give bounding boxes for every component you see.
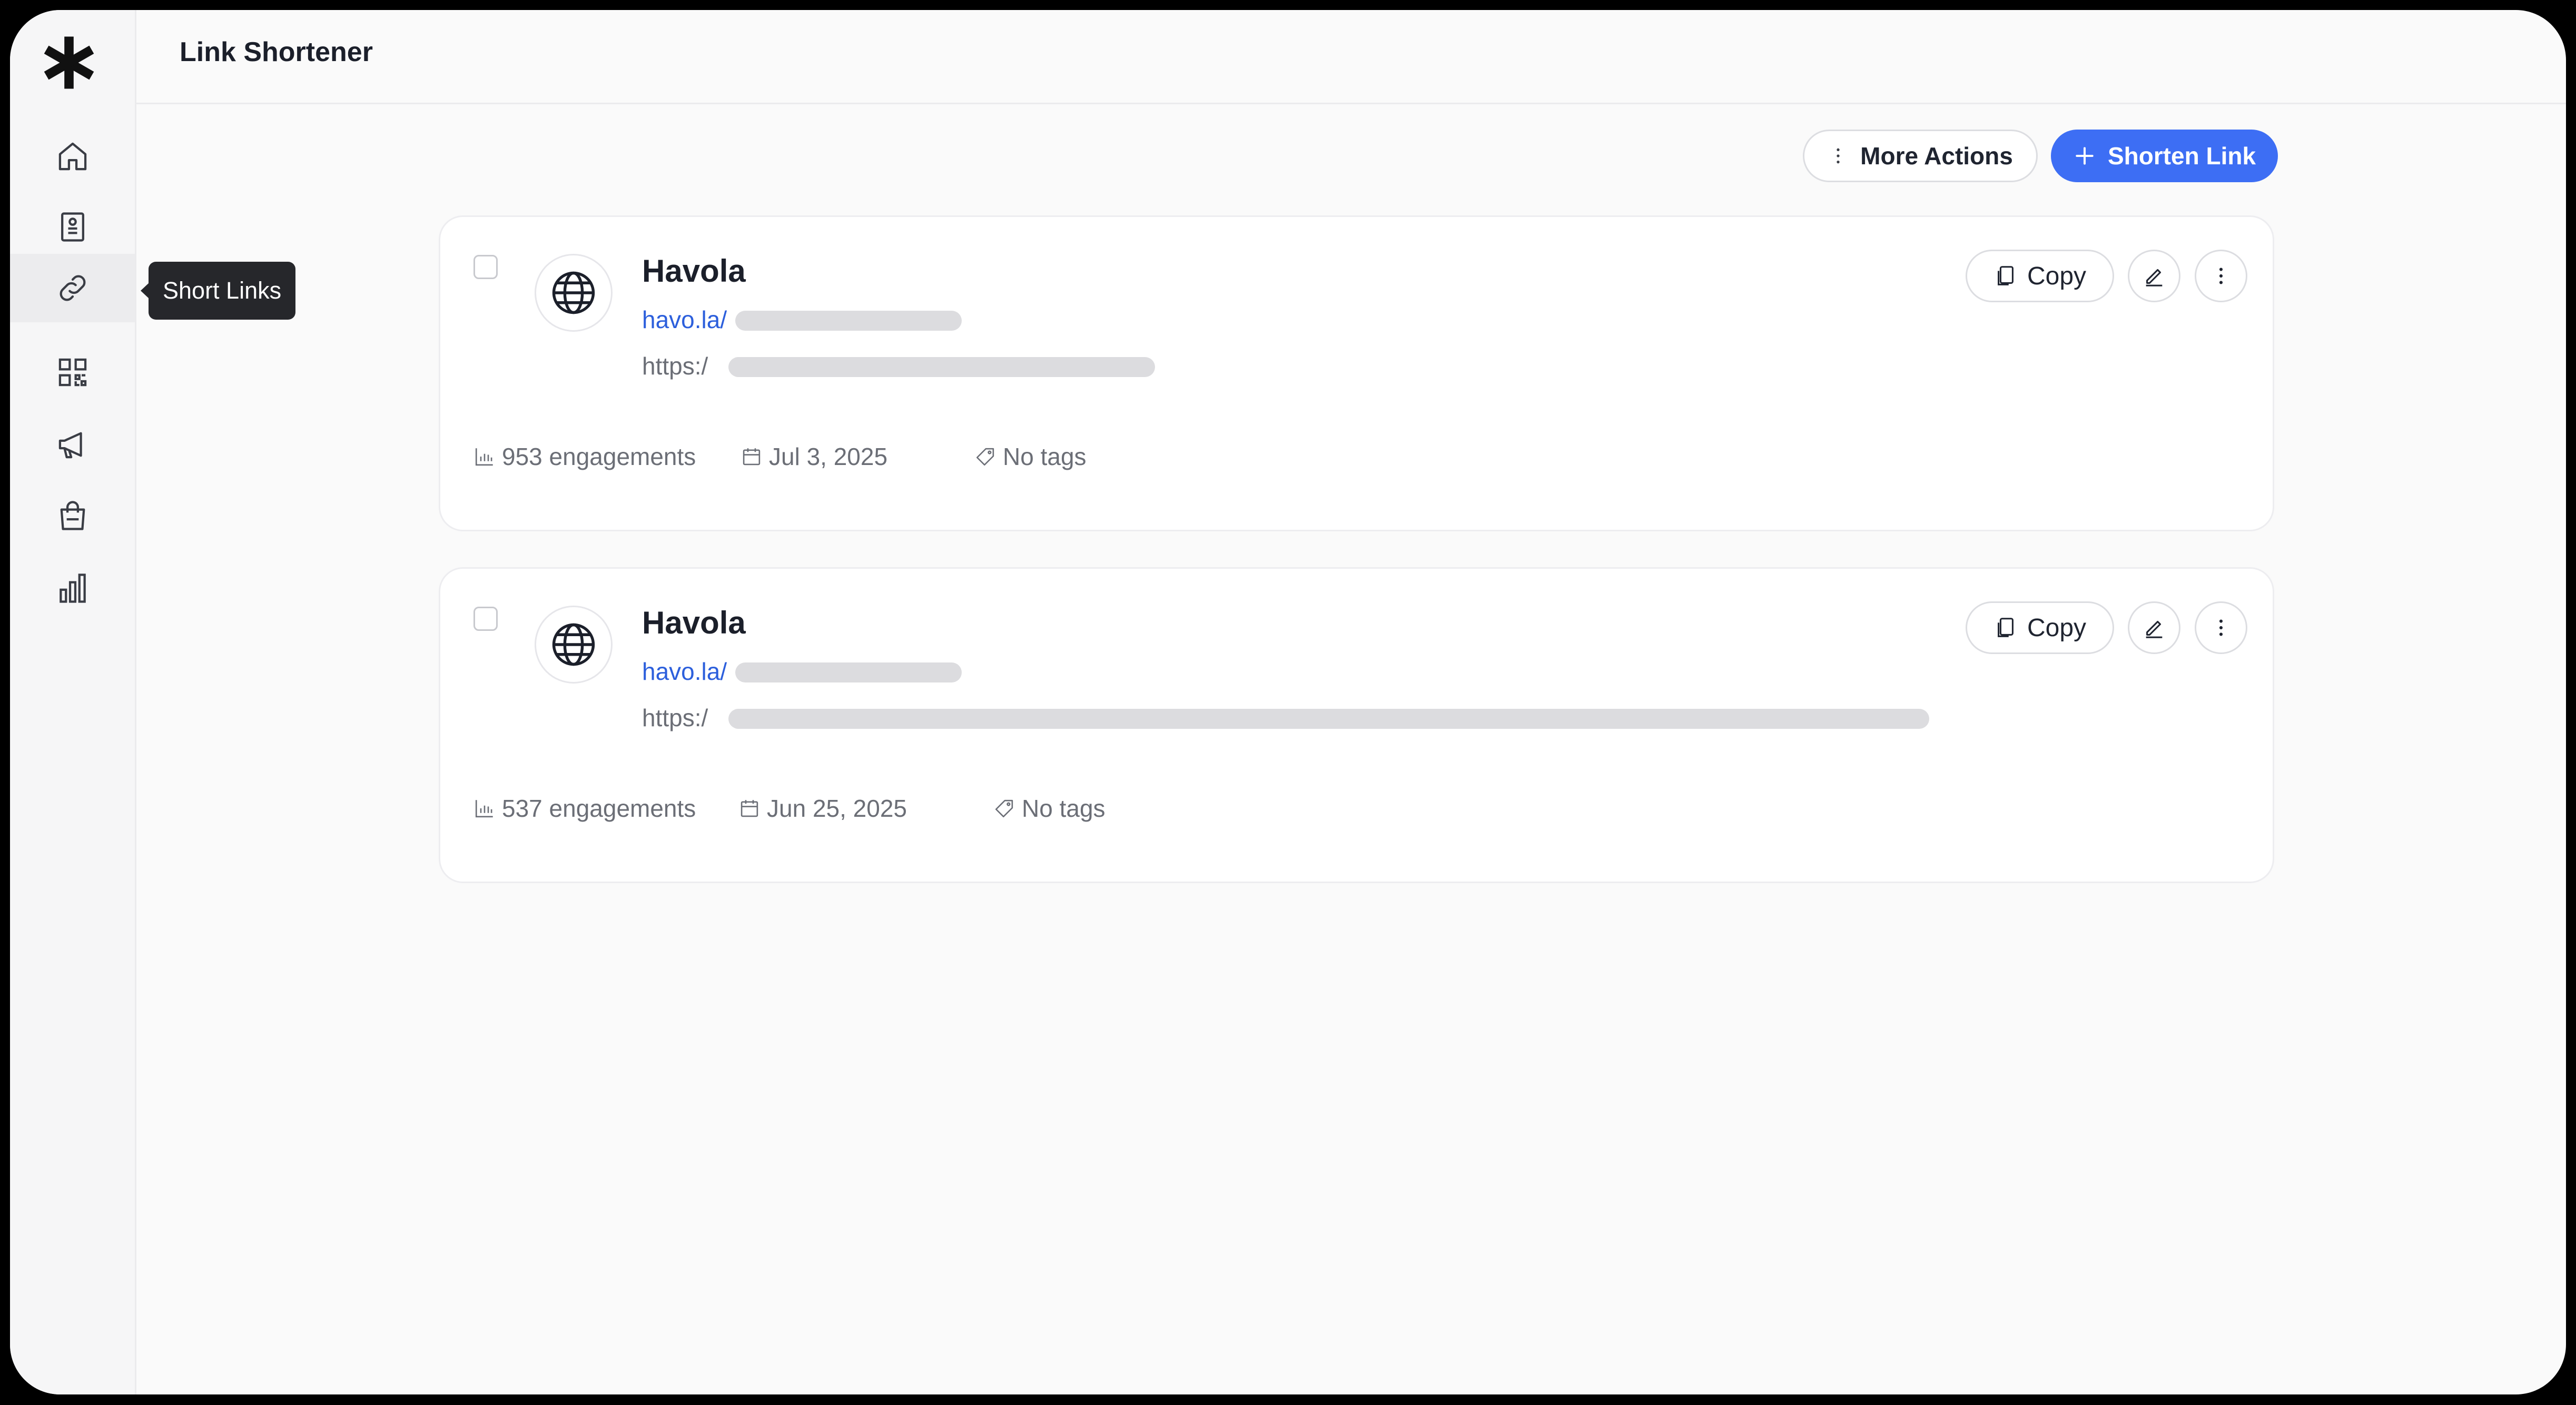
engagements-stat: 953 engagements [473, 442, 696, 471]
tags-label: No tags [1022, 795, 1106, 822]
sidebar [10, 10, 136, 1394]
tags-info: No tags [974, 442, 1087, 471]
copy-button[interactable]: Copy [1966, 601, 2114, 654]
select-checkbox[interactable] [473, 607, 498, 631]
favicon [535, 606, 613, 684]
date-label: Jun 25, 2025 [767, 795, 907, 822]
sidebar-item-home[interactable] [10, 122, 135, 191]
edit-button[interactable] [2128, 250, 2180, 302]
tag-icon [976, 448, 994, 466]
app-window: Link Shortener Short Links More Actions … [10, 10, 2566, 1394]
bar-chart-icon [475, 800, 493, 818]
device-frame: Link Shortener Short Links More Actions … [0, 0, 2576, 1405]
calendar-icon [741, 800, 758, 817]
home-icon [58, 142, 86, 171]
sidebar-item-pages[interactable] [10, 193, 135, 261]
bar-chart-icon [475, 448, 493, 466]
short-url-link[interactable]: havo.la/ [642, 305, 727, 334]
link-title: Havola [642, 605, 746, 640]
copy-button[interactable]: Copy [1966, 250, 2114, 302]
link-card: Havola havo.la/ https:/ Copy 537 engagem… [439, 567, 2274, 883]
more-options-button[interactable] [2195, 250, 2247, 302]
date-label: Jul 3, 2025 [769, 443, 888, 470]
sidebar-item-campaigns[interactable] [10, 410, 135, 479]
sidebar-item-short-links[interactable] [10, 254, 135, 322]
engagements-stat: 537 engagements [473, 794, 696, 823]
redacted-destination-url [728, 357, 1155, 377]
created-date: Jul 3, 2025 [741, 442, 887, 471]
copy-icon [1998, 266, 2014, 285]
engagements-count: 537 engagements [502, 795, 696, 822]
sidebar-item-analytics[interactable] [10, 554, 135, 622]
redacted-short-url [735, 311, 962, 331]
globe-icon [552, 623, 595, 666]
favicon [535, 254, 613, 332]
sidebar-item-shop[interactable] [10, 481, 135, 550]
more-actions-label: More Actions [1860, 142, 2013, 170]
edit-button[interactable] [2128, 601, 2180, 654]
vertical-ellipsis-icon [1837, 148, 1840, 164]
copy-label: Copy [2027, 262, 2087, 290]
redacted-short-url [735, 662, 962, 682]
asterisk-logo-icon [44, 36, 94, 89]
qr-code-icon [58, 358, 86, 387]
calendar-icon [743, 448, 761, 466]
link-icon [60, 275, 85, 301]
copy-label: Copy [2027, 614, 2087, 642]
globe-icon [552, 271, 595, 314]
destination-url[interactable]: https:/ [642, 352, 708, 380]
tag-icon [995, 799, 1013, 818]
link-title: Havola [642, 253, 746, 289]
shorten-link-label: Shorten Link [2107, 142, 2256, 170]
short-links-tooltip: Short Links [140, 262, 296, 320]
pencil-icon [2146, 620, 2163, 638]
select-checkbox[interactable] [473, 255, 498, 279]
shopping-bag-icon [60, 501, 85, 530]
created-date: Jun 25, 2025 [738, 794, 907, 823]
short-url-link[interactable]: havo.la/ [642, 657, 727, 686]
more-options-button[interactable] [2195, 601, 2247, 654]
vertical-ellipsis-icon [2219, 268, 2223, 284]
copy-icon [1998, 618, 2014, 637]
more-actions-button[interactable]: More Actions [1803, 130, 2038, 182]
page-icon [61, 212, 84, 242]
link-card: Havola havo.la/ https:/ Copy 953 engagem… [439, 215, 2274, 531]
top-bar: Link Shortener [136, 10, 2566, 104]
tags-label: No tags [1003, 443, 1087, 470]
redacted-destination-url [728, 709, 1929, 729]
destination-url[interactable]: https:/ [642, 704, 708, 732]
page-title: Link Shortener [180, 37, 373, 67]
megaphone-icon [58, 432, 82, 459]
vertical-ellipsis-icon [2219, 619, 2223, 636]
pencil-icon [2146, 269, 2163, 286]
sidebar-item-qr-codes[interactable] [10, 338, 135, 407]
plus-icon [2076, 147, 2094, 165]
bar-chart-icon [59, 573, 86, 603]
shorten-link-button[interactable]: Shorten Link [2051, 130, 2278, 182]
tags-info: No tags [993, 794, 1106, 823]
engagements-count: 953 engagements [502, 443, 696, 470]
